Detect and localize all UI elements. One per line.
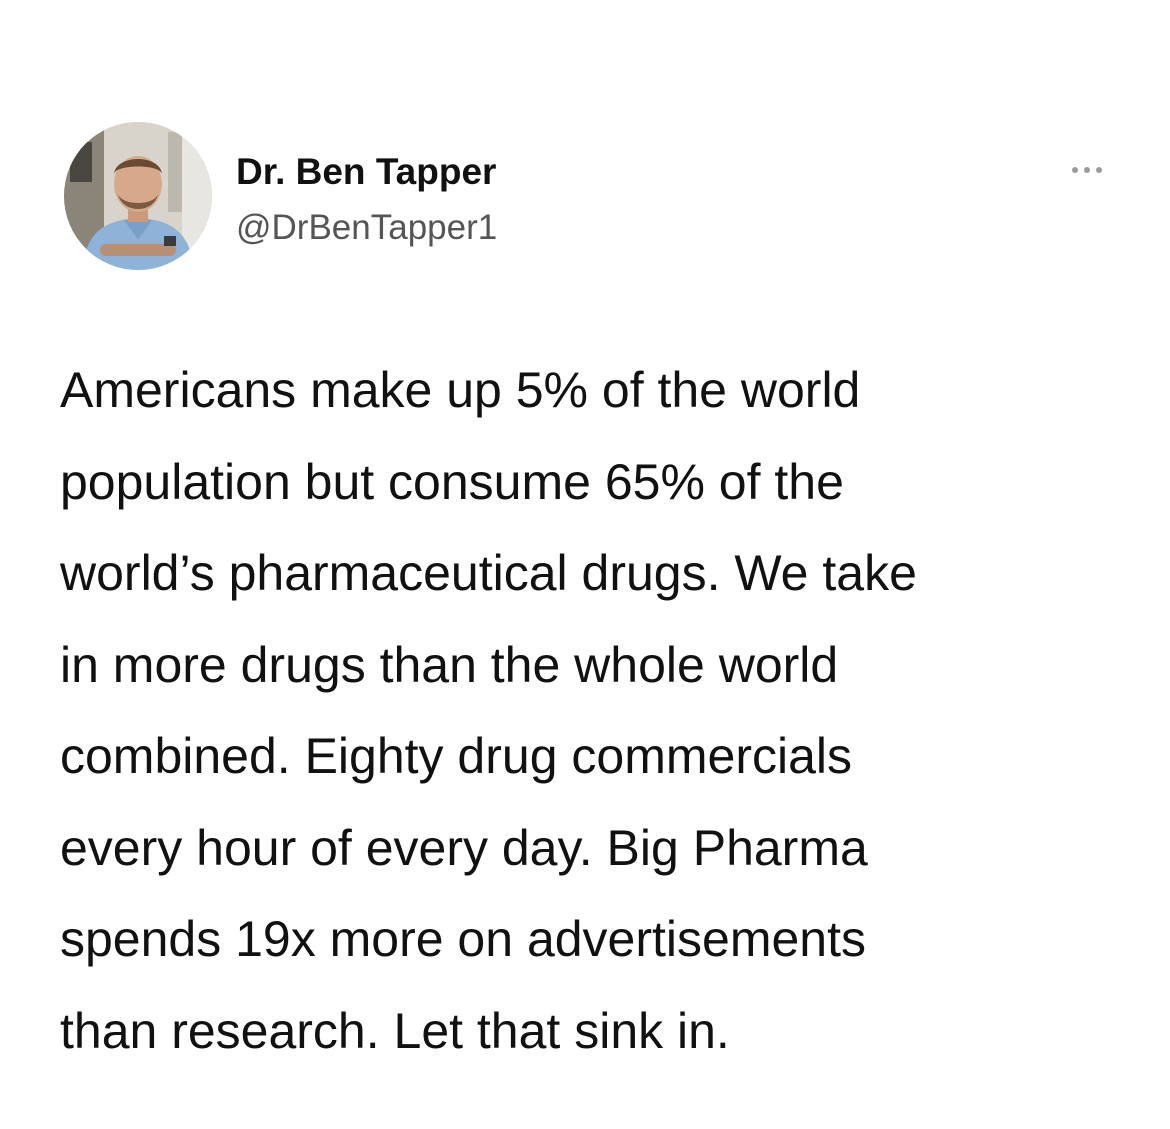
- tweet-text-line: spends 19x more on advertisements: [60, 911, 866, 967]
- tweet-text-line: population but consume 65% of the: [60, 453, 844, 510]
- tweet-text-line: than research. Let that sink in.: [60, 1002, 730, 1059]
- author-handle[interactable]: @DrBenTapper1: [236, 206, 497, 250]
- tweet-text-line: combined. Eighty drug commercials: [60, 728, 852, 784]
- profile-photo-icon: [64, 122, 212, 270]
- more-dot: [1072, 167, 1078, 173]
- avatar[interactable]: [64, 122, 212, 270]
- more-dot: [1084, 167, 1090, 173]
- more-dot: [1096, 167, 1102, 173]
- tweet-text-line: Americans make up 5% of the world: [60, 362, 861, 418]
- tweet-text-line: in more drugs than the whole world: [60, 636, 839, 693]
- tweet-text-line: world’s pharmaceutical drugs. We take: [60, 545, 917, 601]
- tweet-text: Americans make up 5% of the world popula…: [60, 345, 1130, 1077]
- tweet-card: Dr. Ben Tapper @DrBenTapper1 Americans m…: [0, 0, 1170, 1129]
- author-name[interactable]: Dr. Ben Tapper: [236, 150, 496, 194]
- more-options-icon[interactable]: [1062, 156, 1112, 184]
- tweet-text-line: every hour of every day. Big Pharma: [60, 819, 868, 876]
